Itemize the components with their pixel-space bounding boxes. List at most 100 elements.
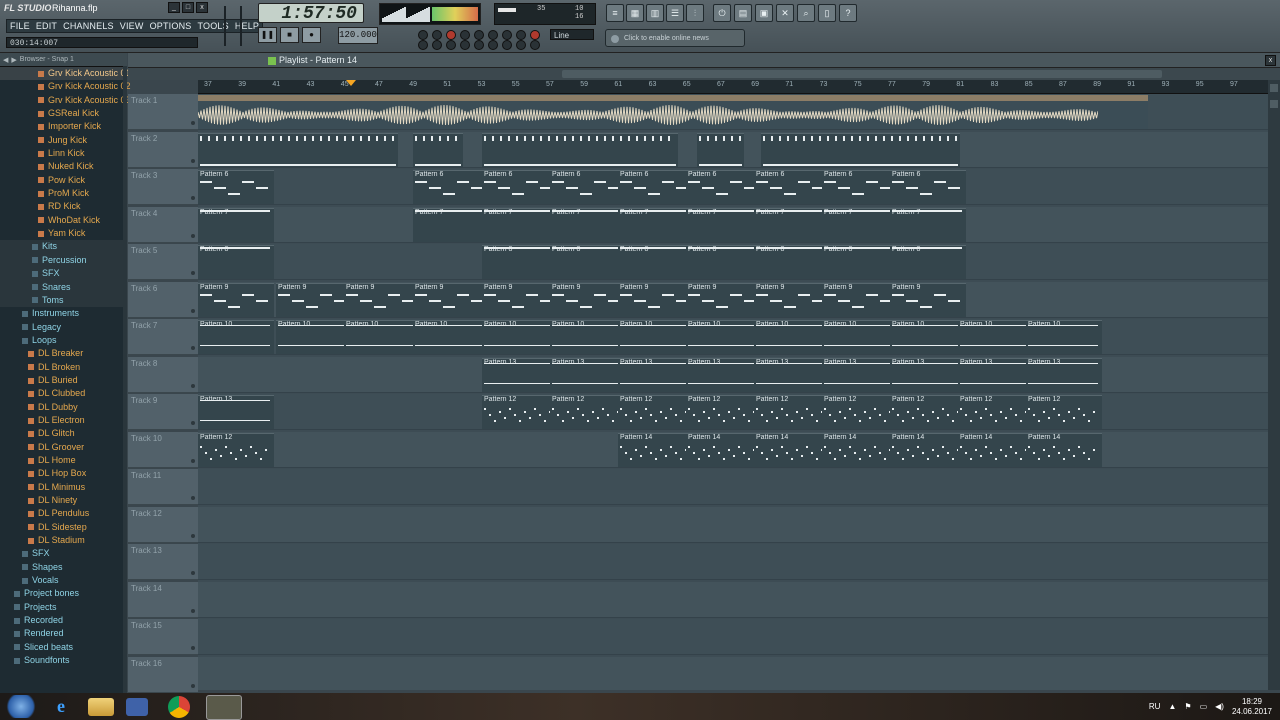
pattern-clip[interactable]: Pattern 8 (822, 245, 898, 279)
pattern-clip[interactable]: Pattern 6 (198, 170, 274, 204)
pattern-clip[interactable]: Pattern 7 (754, 207, 830, 242)
maximize-icon[interactable]: □ (182, 2, 194, 13)
browser-file[interactable]: DL Pendulus (0, 507, 127, 520)
ie-icon[interactable]: e (44, 695, 78, 718)
pattern-clip[interactable]: Pattern 7 (890, 207, 966, 242)
taskbar-clock[interactable]: 18:29 24.06.2017 (1232, 697, 1272, 717)
pattern-clip[interactable]: Pattern 12 (890, 395, 966, 429)
pattern-clip[interactable]: Pattern 13 (550, 357, 626, 392)
browser-folder[interactable]: Project bones (0, 587, 127, 600)
pattern-clip[interactable]: Pattern 6 (822, 170, 898, 204)
pattern-clip[interactable]: Pattern 10 (754, 320, 830, 354)
pattern-clip[interactable]: Pattern 12 (822, 395, 898, 429)
pattern-clip[interactable]: Pattern 13 (198, 395, 274, 429)
pattern-clip[interactable]: Pattern 14 (754, 432, 830, 467)
audio-clip[interactable] (198, 95, 1148, 129)
pattern-clip[interactable] (697, 132, 744, 167)
pattern-clip[interactable]: Pattern 12 (198, 432, 274, 467)
pattern-clip[interactable]: Pattern 13 (482, 357, 558, 392)
pattern-clip[interactable]: Pattern 13 (822, 357, 898, 392)
browser-scrollbar[interactable] (123, 66, 127, 693)
snap-selector[interactable]: Line (550, 29, 594, 40)
pattern-clip[interactable]: Pattern 10 (822, 320, 898, 354)
record-button[interactable]: ● (302, 27, 321, 43)
pattern-clip[interactable]: Pattern 9 (276, 282, 352, 317)
pattern-clip[interactable]: Pattern 6 (754, 170, 830, 204)
pattern-clip[interactable]: Pattern 13 (618, 357, 694, 392)
step-sequencer-icon[interactable]: ▦ (626, 4, 644, 22)
playlist-icon[interactable]: ≡ (606, 4, 624, 22)
browser-file[interactable]: Jung Kick (0, 134, 127, 147)
track-header[interactable]: Track 10 (128, 431, 198, 468)
pattern-clip[interactable] (198, 132, 398, 167)
pattern-clip[interactable]: Pattern 14 (958, 432, 1034, 467)
browser-folder[interactable]: SFX (0, 267, 127, 281)
browser-file[interactable]: DL Hop Box (0, 467, 127, 480)
pattern-clip[interactable]: Pattern 7 (550, 207, 626, 242)
horizontal-zoom-scrollbar[interactable] (562, 70, 1162, 78)
browser-icon[interactable]: ☰ (666, 4, 684, 22)
browser-folder[interactable]: Sliced beats (0, 641, 127, 654)
browser-file[interactable]: Yam Kick (0, 227, 127, 240)
track-header[interactable]: Track 5 (128, 244, 198, 280)
track-header[interactable]: Track 16 (128, 656, 198, 693)
browser-file[interactable]: DL Home (0, 454, 127, 467)
pattern-clip[interactable]: Pattern 8 (890, 245, 966, 279)
start-button[interactable] (4, 695, 38, 718)
pattern-clip[interactable]: Pattern 9 (413, 282, 489, 317)
flag-icon[interactable]: ⚑ (1184, 702, 1191, 711)
pattern-clip[interactable]: Pattern 12 (550, 395, 626, 429)
browser-file[interactable]: Pow Kick (0, 174, 127, 187)
browser-folder[interactable]: Instruments (0, 307, 127, 320)
browser-file[interactable]: Importer Kick (0, 120, 127, 133)
pattern-clip[interactable]: Pattern 9 (550, 282, 626, 317)
minimize-icon[interactable]: _ (168, 2, 180, 13)
pattern-clip[interactable]: Pattern 14 (890, 432, 966, 467)
pattern-clip[interactable]: Pattern 9 (754, 282, 830, 317)
pattern-clip[interactable]: Pattern 10 (618, 320, 694, 354)
browser-folder[interactable]: Soundfonts (0, 654, 127, 667)
pattern-clip[interactable]: Pattern 9 (344, 282, 420, 317)
track-lane[interactable] (198, 581, 1268, 618)
track-lane[interactable] (198, 656, 1268, 690)
browser-folder[interactable]: Kits (0, 240, 127, 254)
pattern-clip[interactable]: Pattern 14 (618, 432, 694, 467)
pattern-clip[interactable]: Pattern 6 (890, 170, 966, 204)
tray-arrow-icon[interactable]: ▲ (1168, 702, 1176, 711)
browser-file[interactable]: DL Electron (0, 414, 127, 427)
browser-folder[interactable]: Recorded (0, 614, 127, 627)
pattern-clip[interactable]: Pattern 7 (413, 207, 489, 242)
browser-forward-icon[interactable]: ▶ (11, 56, 16, 64)
pattern-clip[interactable]: Pattern 8 (686, 245, 762, 279)
folder-icon[interactable] (88, 698, 114, 716)
network-icon[interactable]: ▭ (1200, 702, 1208, 711)
playlist-title[interactable]: Playlist - Pattern 14 (268, 53, 357, 67)
track-header[interactable]: Track 14 (128, 581, 198, 618)
browser-file[interactable]: DL Minimus (0, 481, 127, 494)
track-header[interactable]: Track 4 (128, 206, 198, 243)
browser-folder[interactable]: Shapes (0, 561, 127, 574)
pattern-clip[interactable]: Pattern 10 (890, 320, 966, 354)
pattern-clip[interactable]: Pattern 14 (822, 432, 898, 467)
pattern-clip[interactable]: Pattern 9 (198, 282, 274, 317)
save-icon[interactable]: ▤ (734, 4, 752, 22)
browser-file[interactable]: DL Clubbed (0, 387, 127, 400)
browser-folder[interactable]: Rendered (0, 627, 127, 640)
playlist-grid[interactable]: 37 39 41 43 45 47 49 51 53 55 57 59 61 63 65 67 69 71 73 75… (198, 80, 1268, 690)
track-header[interactable]: Track 13 (128, 544, 198, 580)
pause-button[interactable]: ❚❚ (258, 27, 277, 43)
browser-file[interactable]: Grv Kick Acoustic 01 (0, 67, 131, 81)
browser-file[interactable]: DL Breaker (0, 347, 127, 360)
browser-file[interactable]: GSReal Kick (0, 107, 127, 120)
pattern-clip[interactable]: Pattern 7 (198, 207, 274, 242)
pattern-clip[interactable]: Pattern 13 (686, 357, 762, 392)
piano-roll-icon[interactable]: ▥ (646, 4, 664, 22)
pattern-clip[interactable]: Pattern 6 (550, 170, 626, 204)
pattern-clip[interactable]: Pattern 10 (550, 320, 626, 354)
menu-channels[interactable]: CHANNELS (60, 20, 117, 32)
pattern-clip[interactable]: Pattern 6 (413, 170, 489, 204)
track-header[interactable]: Track 3 (128, 169, 198, 205)
browser-file[interactable]: Grv Kick Acoustic 02 (0, 80, 131, 93)
browser-folder[interactable]: Snares (0, 280, 127, 294)
browser-file[interactable]: Grv Kick Acoustic 03 (0, 94, 131, 107)
